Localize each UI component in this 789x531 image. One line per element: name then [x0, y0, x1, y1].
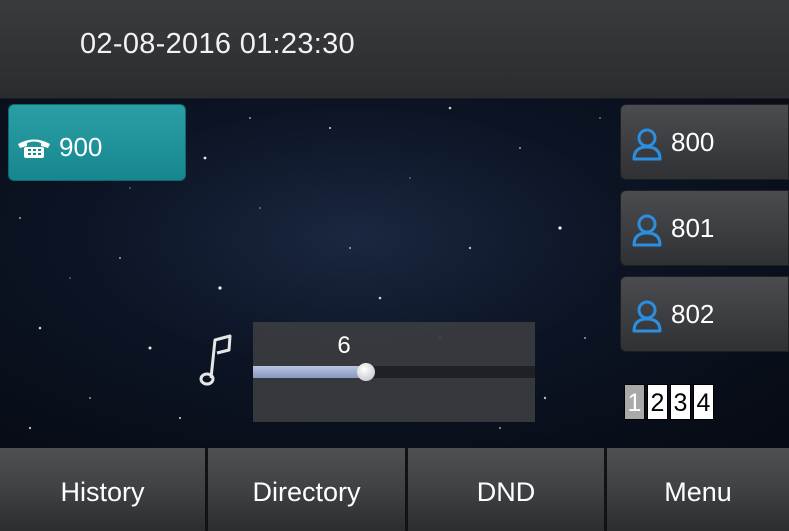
contact-icon [631, 213, 663, 252]
volume-slider-handle[interactable] [357, 363, 375, 381]
menu-softkey[interactable]: Menu [607, 448, 789, 531]
dnd-softkey[interactable]: DND [408, 448, 604, 531]
dss-key-label: 800 [671, 127, 715, 157]
dss-key-label: 802 [671, 299, 715, 329]
dss-key-800[interactable]: 800 [620, 104, 789, 180]
music-note-icon [198, 334, 234, 393]
page-4[interactable]: 4 [693, 384, 714, 420]
status-bar: 02-08-2016 01:23:30 [0, 0, 789, 99]
history-softkey[interactable]: History [0, 448, 205, 531]
dss-key-label: 801 [671, 213, 715, 243]
dss-key-802[interactable]: 802 [620, 276, 789, 352]
volume-value: 6 [337, 332, 351, 359]
phone-screen: 02-08-2016 01:23:30 900 800 801 802 6 1 … [0, 0, 789, 531]
volume-slider-fill [253, 366, 366, 378]
page-1[interactable]: 1 [624, 384, 645, 420]
phone-icon [15, 135, 53, 164]
softkey-bar: History Directory DND Menu [0, 448, 789, 531]
volume-slider[interactable] [253, 363, 535, 381]
page-3[interactable]: 3 [670, 384, 691, 420]
page-2[interactable]: 2 [647, 384, 668, 420]
directory-softkey[interactable]: Directory [208, 448, 405, 531]
contact-icon [631, 127, 663, 166]
dss-key-801[interactable]: 801 [620, 190, 789, 266]
line-key-label: 900 [59, 132, 103, 162]
date-time: 02-08-2016 01:23:30 [80, 28, 355, 60]
line-key-900[interactable]: 900 [8, 104, 186, 181]
contact-icon [631, 299, 663, 338]
volume-panel: 6 [253, 322, 535, 422]
